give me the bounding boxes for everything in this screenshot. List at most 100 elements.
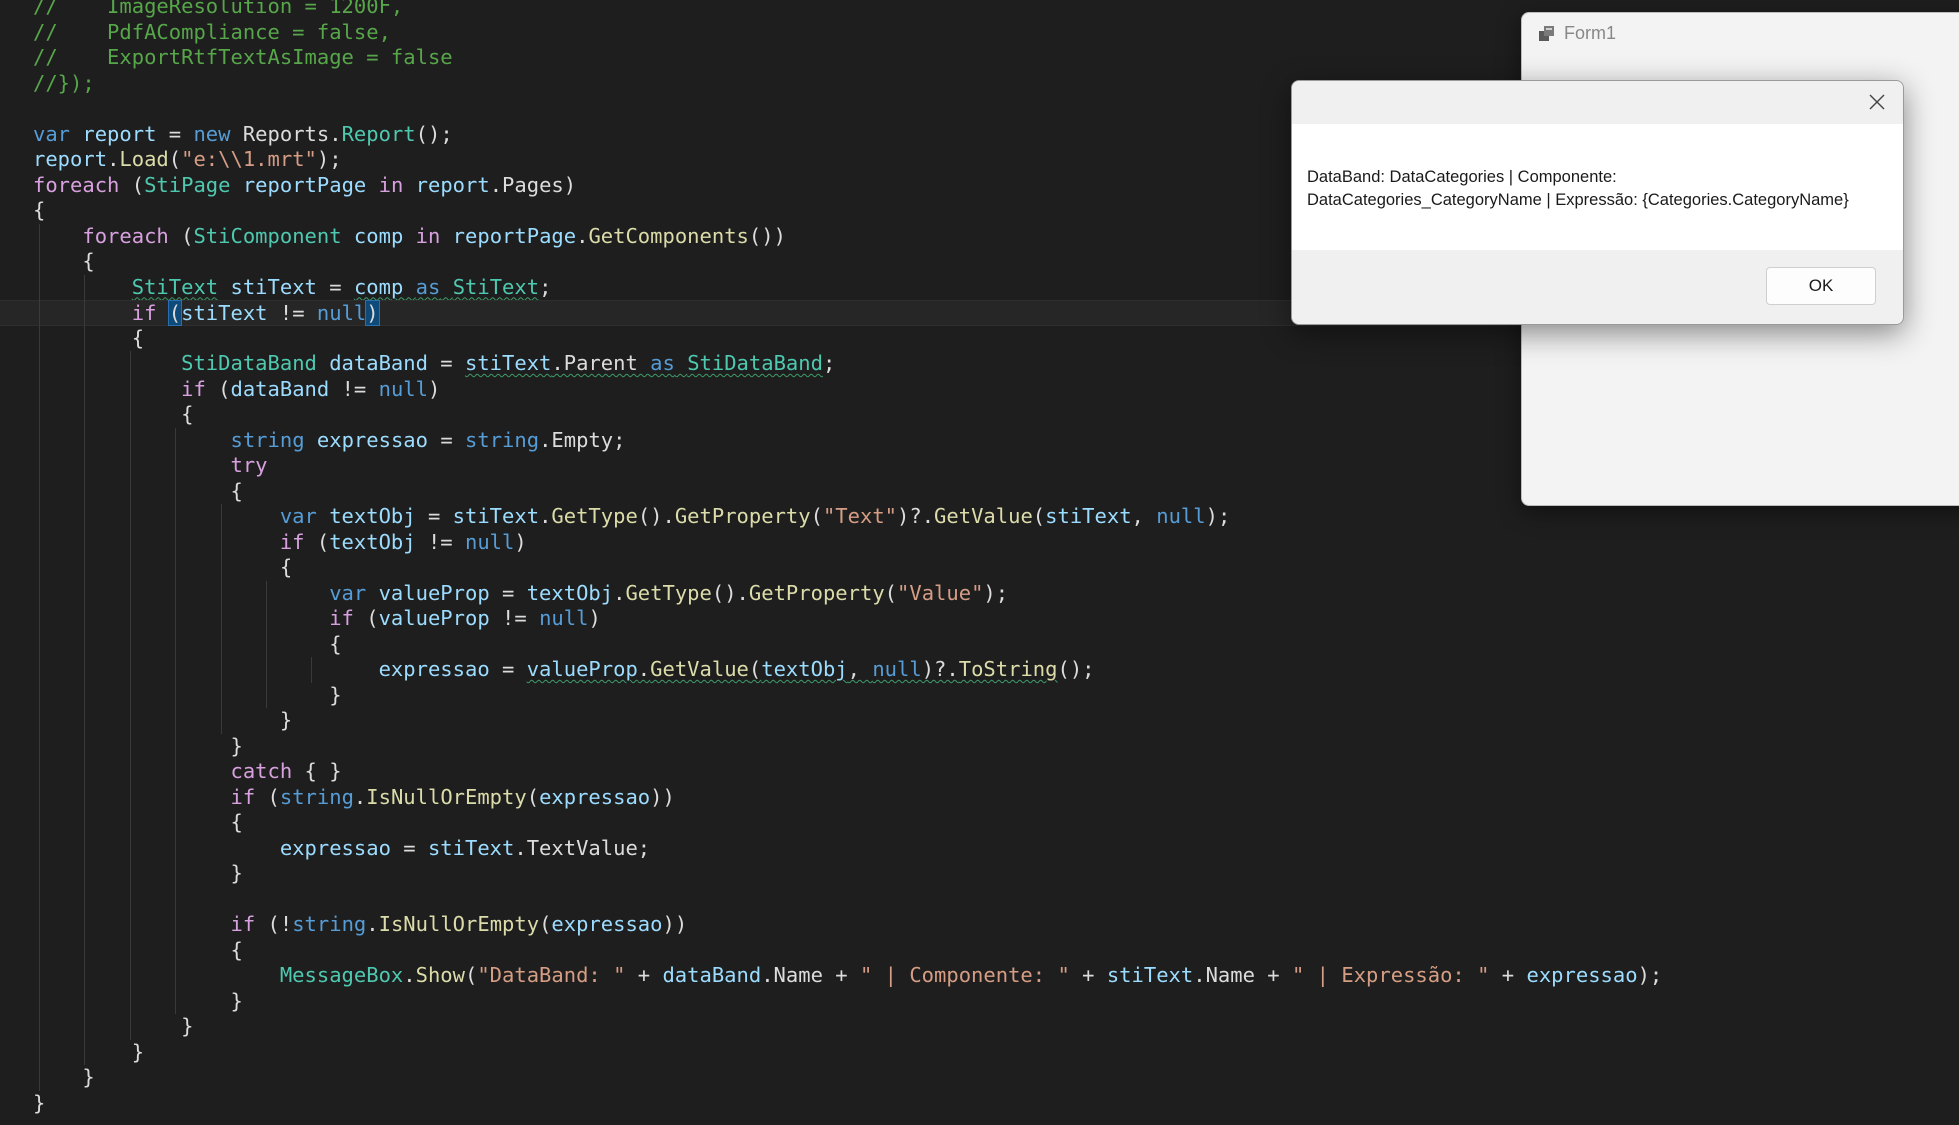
- code-line[interactable]: {: [0, 810, 1959, 836]
- code-token: +: [625, 963, 663, 987]
- code-line[interactable]: }: [0, 861, 1959, 887]
- code-token: );: [316, 147, 342, 171]
- code-token: stiText: [427, 835, 515, 860]
- code-line[interactable]: expressao = valueProp.GetValue(textObj, …: [0, 657, 1959, 683]
- code-token: }: [33, 733, 243, 758]
- code-token: .: [353, 784, 367, 809]
- code-token: )?.: [921, 657, 959, 681]
- code-token: StiComponent: [193, 223, 342, 248]
- code-line[interactable]: {: [0, 938, 1959, 964]
- code-line[interactable]: catch { }: [0, 759, 1959, 785]
- code-line[interactable]: }: [0, 1040, 1959, 1066]
- code-token: (!: [255, 912, 293, 936]
- code-token: "Text": [822, 504, 898, 528]
- ok-button[interactable]: OK: [1766, 267, 1876, 305]
- code-token: =: [489, 580, 527, 605]
- code-token: GetProperty: [748, 580, 885, 605]
- code-line[interactable]: if (textObj != null): [0, 530, 1959, 556]
- code-token: new: [193, 121, 231, 146]
- code-line[interactable]: if (string.IsNullOrEmpty(expressao)): [0, 785, 1959, 811]
- code-token: foreach: [82, 223, 169, 248]
- close-button[interactable]: [1857, 85, 1897, 119]
- code-line[interactable]: {: [0, 555, 1959, 581]
- code-token: .TextValue;: [514, 835, 651, 860]
- code-token: report: [82, 121, 157, 146]
- code-line[interactable]: MessageBox.Show("DataBand: " + dataBand.…: [0, 963, 1959, 989]
- code-line[interactable]: var valueProp = textObj.GetType().GetPro…: [0, 581, 1959, 607]
- code-token: string: [279, 784, 354, 809]
- code-line[interactable]: }: [0, 1014, 1959, 1040]
- code-token: " | Expressão: ": [1291, 963, 1490, 987]
- code-line[interactable]: }: [0, 1065, 1959, 1091]
- code-token: (: [168, 147, 182, 171]
- code-token: stiText: [465, 351, 552, 375]
- code-token: reportPage: [242, 172, 367, 197]
- code-token: (: [205, 376, 231, 401]
- code-token: =: [489, 657, 527, 681]
- code-token: textObj: [329, 529, 416, 554]
- code-token: (: [167, 300, 183, 326]
- code-token: }: [33, 1039, 145, 1064]
- code-line[interactable]: }: [0, 708, 1959, 734]
- code-token: ()): [748, 223, 786, 248]
- code-line[interactable]: }: [0, 989, 1959, 1015]
- code-line[interactable]: }: [0, 1091, 1959, 1117]
- code-token: GetComponents: [588, 223, 749, 248]
- code-token: in: [415, 223, 441, 248]
- code-token: .Pages): [489, 172, 577, 197]
- indent-guide: [220, 504, 222, 734]
- form1-titlebar[interactable]: Form1: [1522, 13, 1959, 55]
- code-token: valueProp: [526, 657, 638, 681]
- code-token: (: [255, 784, 280, 809]
- code-token: .: [366, 912, 379, 936]
- code-line[interactable]: expressao = stiText.TextValue;: [0, 836, 1959, 862]
- code-token: }: [33, 1014, 194, 1038]
- code-token: =: [427, 351, 465, 375]
- code-line[interactable]: if (valueProp != null): [0, 606, 1959, 632]
- code-token: ): [427, 376, 441, 401]
- code-token: (: [526, 784, 540, 809]
- code-token: );: [983, 580, 1009, 605]
- message-text: DataBand: DataCategories | Componente: D…: [1307, 168, 1849, 209]
- code-token: ().: [637, 504, 675, 528]
- code-token: as: [415, 274, 441, 299]
- code-token: ;: [822, 351, 836, 375]
- code-token: dataBand: [230, 376, 330, 401]
- code-token: );: [1637, 963, 1663, 987]
- code-token: null: [465, 529, 515, 554]
- code-token: //});: [33, 70, 95, 95]
- code-token: dataBand: [329, 351, 428, 375]
- code-token: }: [33, 988, 243, 1013]
- code-token: null: [539, 606, 589, 630]
- code-token: .Parent: [551, 351, 651, 375]
- code-token: }: [33, 1065, 95, 1089]
- code-line[interactable]: if (!string.IsNullOrEmpty(expressao)): [0, 912, 1959, 938]
- code-token: if: [181, 376, 206, 401]
- code-token: =: [316, 274, 354, 299]
- code-line[interactable]: var textObj = stiText.GetType().GetPrope…: [0, 504, 1959, 530]
- message-box-titlebar[interactable]: [1292, 81, 1903, 124]
- code-line[interactable]: [0, 887, 1959, 913]
- code-token: )): [650, 784, 675, 809]
- code-token: ): [365, 300, 380, 326]
- code-line[interactable]: }: [0, 734, 1959, 760]
- code-token: stiText: [181, 301, 268, 325]
- code-token: expressao: [551, 912, 663, 936]
- code-token: ToString: [958, 657, 1058, 681]
- code-line[interactable]: }: [0, 683, 1959, 709]
- code-token: (: [884, 580, 898, 605]
- code-token: =: [415, 504, 453, 528]
- code-token: as: [650, 351, 675, 375]
- code-token: if: [279, 529, 305, 554]
- message-box-dialog[interactable]: DataBand: DataCategories | Componente: D…: [1291, 80, 1904, 325]
- close-icon: [1869, 94, 1885, 110]
- code-line[interactable]: {: [0, 632, 1959, 658]
